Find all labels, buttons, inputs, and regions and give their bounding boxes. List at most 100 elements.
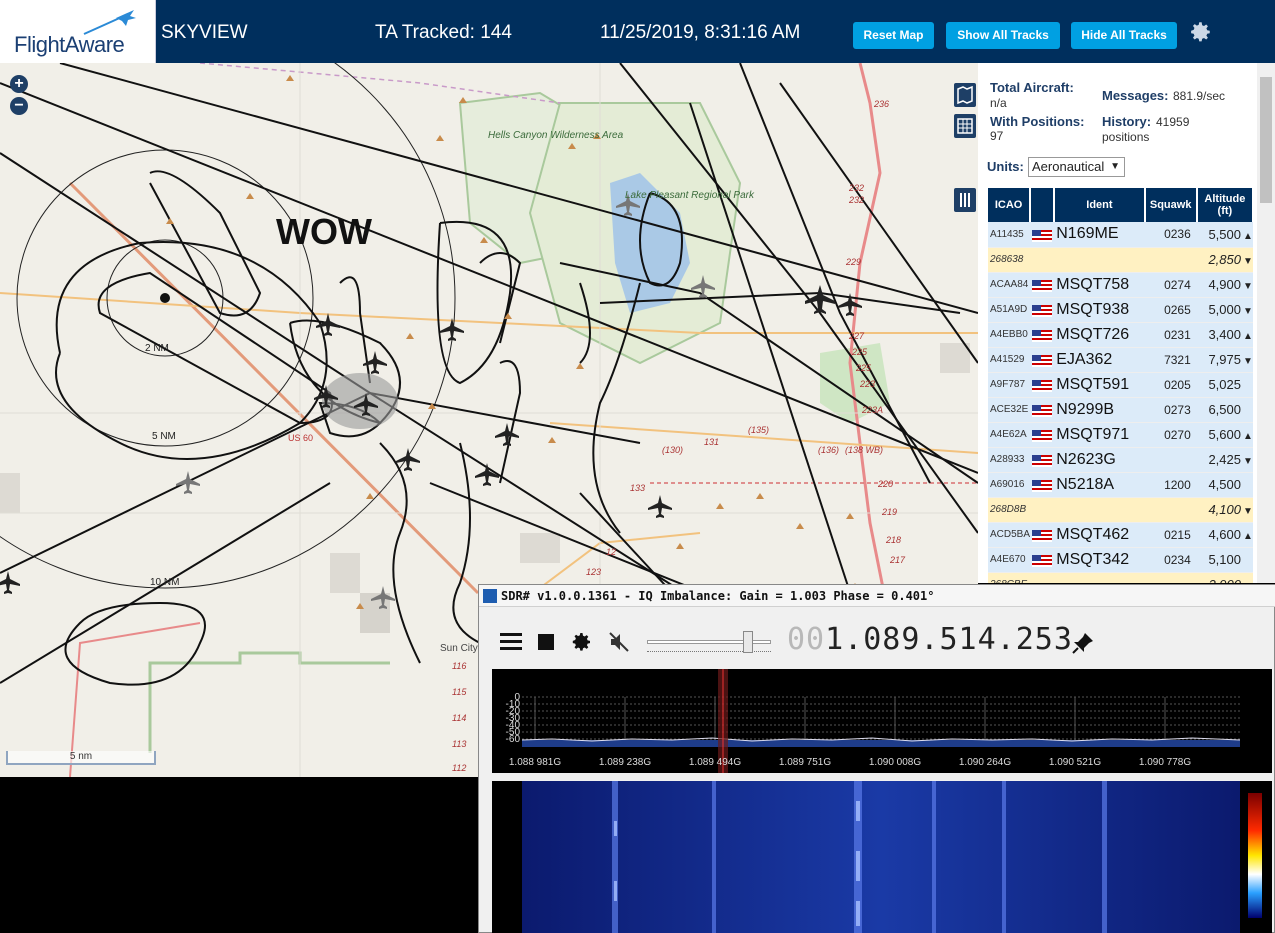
units-selected-value: Aeronautical [1032,159,1105,174]
squawk-cell: 0265 [1144,297,1197,323]
squawk-cell: 0270 [1144,422,1197,448]
units-select[interactable]: Aeronautical ▼ [1028,157,1125,177]
altitude-value: 5,000 [1208,302,1241,317]
city-label: Sun City [440,643,478,654]
table-row[interactable]: 268D8B 4,100 ▼ [988,497,1253,523]
altitude-trend-icon: ▲ [1243,581,1253,583]
column-toggle-button[interactable] [954,188,976,212]
icao-cell: A4E670 [988,547,1031,573]
altitude-value: 3,400 [1208,327,1241,342]
us-flag-icon [1032,529,1053,542]
altitude-trend-icon: ▼ [1243,506,1253,517]
ident-cell: MSQT726 [1054,322,1145,348]
altitude-cell: 5,500 ▲ [1196,222,1253,248]
gear-icon[interactable] [569,630,593,654]
mute-icon[interactable] [607,630,631,654]
ident-cell: MSQT591 [1054,372,1145,398]
stop-icon[interactable] [537,633,555,651]
road-number: 225 [851,347,868,357]
altitude-cell: 5,025 [1196,372,1253,398]
table-row[interactable]: A28933 N2623G 2,425 ▼ [988,447,1253,473]
table-row[interactable]: ACD5BA MSQT462 0215 4,600 ▲ [988,522,1253,548]
volume-slider[interactable] [645,629,773,655]
table-row[interactable]: ACE32E N9299B 0273 6,500 [988,397,1253,423]
squawk-cell: 0234 [1144,547,1197,573]
table-row[interactable]: A51A9D MSQT938 0265 5,000 ▼ [988,297,1253,323]
altitude-value: 4,500 [1208,477,1241,492]
altitude-value: 7,975 [1208,352,1241,367]
frequency-display[interactable]: 001.089.514.253 [787,622,1073,657]
column-header-altitude[interactable]: Altitude (ft) [1196,188,1255,222]
altitude-cell: 2,850 ▼ [1196,247,1253,273]
zoom-in-button[interactable]: + [10,75,28,93]
table-row[interactable]: A9F787 MSQT591 0205 5,025 [988,372,1253,398]
panel-scrollbar[interactable] [1257,63,1275,583]
table-row[interactable]: 268638 2,850 ▼ [988,247,1253,273]
table-row[interactable]: 268CBF 3,900▲ [988,572,1253,583]
icao-cell: 268CBF [988,572,1031,583]
sdr-window: SDR# v1.0.0.1361 - IQ Imbalance: Gain = … [478,584,1275,933]
spectrum-analyzer[interactable]: 0 -10 -20 -30 -40 -50 -60 1.088 981G 1.0… [492,669,1272,773]
table-row[interactable]: A4E670 MSQT342 0234 5,100 [988,547,1253,573]
icao-cell: A51A9D [988,297,1031,323]
ident-cell: N169ME [1054,222,1145,248]
us-flag-icon [1032,404,1053,417]
hide-all-tracks-button[interactable]: Hide All Tracks [1071,22,1177,49]
us-flag-icon [1032,554,1053,567]
volume-slider-thumb[interactable] [743,631,753,653]
road-number: (135) [748,425,769,435]
header-bar: FlightAware SKYVIEW TA Tracked: 144 11/2… [0,0,1275,63]
table-row[interactable]: ACAA84 MSQT758 0274 4,900 ▼ [988,272,1253,298]
menu-icon[interactable] [499,631,523,653]
road-number: 116 [452,661,466,671]
squawk-cell: 0231 [1144,322,1197,348]
flightaware-logo[interactable]: FlightAware [0,0,156,63]
altitude-cell: 3,900▲ [1196,572,1253,583]
road-number: 219 [881,507,897,517]
pin-icon[interactable] [1071,631,1095,655]
zoom-out-button[interactable]: − [10,97,28,115]
table-row[interactable]: A11435 N169ME 0236 5,500 ▲ [988,222,1253,248]
ident-cell: N5218A [1054,472,1145,498]
scrollbar-thumb[interactable] [1260,77,1272,203]
flag-cell [1030,572,1055,583]
grid-toggle-button[interactable] [954,114,976,138]
reset-map-button[interactable]: Reset Map [853,22,934,49]
column-header-flag[interactable] [1030,188,1056,222]
us-flag-icon [1032,429,1053,442]
table-row[interactable]: A69016 N5218A 1200 4,500 [988,472,1253,498]
us-flag-icon [1032,454,1053,467]
us-flag-icon [1032,379,1053,392]
icao-cell: 268D8B [988,497,1031,523]
squawk-cell: 0205 [1144,372,1197,398]
show-all-tracks-button[interactable]: Show All Tracks [946,22,1060,49]
waterfall-display[interactable] [492,781,1272,933]
map-layers-button[interactable] [954,83,976,107]
table-row[interactable]: A4E62A MSQT971 0270 5,600 ▲ [988,422,1253,448]
waterfall-plot[interactable] [492,781,1272,933]
road-number: 112 [452,763,466,773]
ident-cell [1054,497,1145,523]
sdr-window-title: SDR# v1.0.0.1361 - IQ Imbalance: Gain = … [479,585,1275,607]
flag-cell [1030,522,1055,548]
column-header-ident[interactable]: Ident [1054,188,1146,222]
altitude-cell: 2,425 ▼ [1196,447,1253,473]
icao-cell: A69016 [988,472,1031,498]
table-row[interactable]: A4EBB0 MSQT726 0231 3,400 ▲ [988,322,1253,348]
settings-gear-icon[interactable] [1187,19,1213,45]
flag-cell [1030,272,1055,298]
park-label: Lake Pleasant Regional Park [625,190,755,201]
chevron-down-icon: ▼ [1110,161,1120,172]
flag-cell [1030,222,1055,248]
road-number: 225 [855,363,872,373]
table-row[interactable]: A41529 EJA362 7321 7,975 ▼ [988,347,1253,373]
wilderness-label: Hells Canyon Wilderness Area [488,130,624,141]
altitude-trend-icon: ▼ [1243,281,1253,292]
spectrum-plot[interactable]: 0 -10 -20 -30 -40 -50 -60 1.088 981G 1.0… [492,669,1272,773]
frequency-leading-digits: 00 [787,622,826,657]
us-flag-icon [1032,354,1053,367]
column-header-squawk[interactable]: Squawk [1144,188,1198,222]
history-label: History: [1102,114,1152,129]
column-header-icao[interactable]: ICAO [988,188,1032,222]
altitude-value: 3,900 [1208,577,1241,583]
